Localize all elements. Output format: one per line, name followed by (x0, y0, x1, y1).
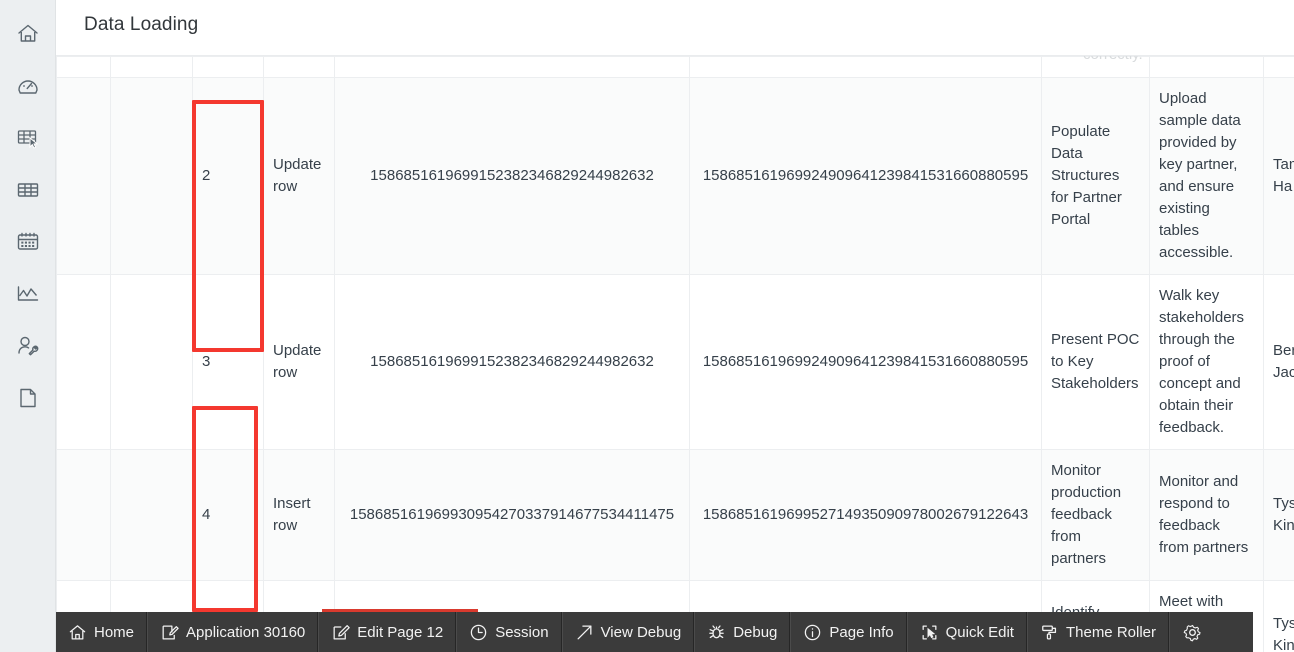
devbar-quick-edit-label: Quick Edit (945, 623, 1014, 641)
cell-spacer (56, 77, 111, 275)
arrow-expand-icon (575, 623, 594, 642)
cell-rownum: 4 (192, 449, 264, 581)
devbar-edit-page-label: Edit Page 12 (357, 623, 444, 641)
table-icon (15, 177, 41, 203)
cell-description: Walk key stakeholders through the proof … (1149, 274, 1264, 450)
cell-spacer (56, 274, 111, 450)
report-grid-scroll-region[interactable]: 2 Update row 158685161969915238234682924… (56, 56, 1294, 652)
devbar-session-button[interactable]: Session (456, 612, 562, 652)
cell-id2: 158685161969924909641239841531660880595 (689, 274, 1042, 450)
sidebar-item-dashboard[interactable] (0, 60, 56, 112)
devbar-page-info-button[interactable]: Page Info (790, 612, 907, 652)
devbar-theme-roller-label: Theme Roller (1065, 623, 1156, 641)
table-row[interactable]: 3 Update row 158685161969915238234682924… (56, 274, 1294, 450)
app-edit-icon (160, 623, 179, 642)
devbar-debug-button[interactable]: Debug (694, 612, 791, 652)
application-window: pages is working correctly. Data Loading (0, 0, 1294, 652)
cell-owner: Tyson King (1263, 580, 1294, 652)
cell-task: Monitor production feedback from partner… (1041, 449, 1150, 581)
devbar-page-info-label: Page Info (829, 623, 894, 641)
cell-gutter (110, 449, 193, 581)
gauge-icon (15, 73, 41, 99)
devbar-quick-edit-button[interactable]: Quick Edit (906, 612, 1027, 652)
cell-owner: Tameka Ha (1263, 77, 1294, 275)
sidebar-item-blank-page[interactable] (0, 372, 56, 424)
devbar-accent-stripe (322, 609, 478, 612)
devbar-view-debug-button[interactable]: View Debug (561, 612, 695, 652)
grid-body: 2 Update row 158685161969915238234682924… (56, 56, 1294, 652)
quick-edit-icon (920, 623, 939, 642)
cell-task: Present POC to Key Stakeholders (1041, 274, 1150, 450)
developer-toolbar: Home Application 30160 Edit Page 12 Sess… (56, 612, 1253, 652)
sidebar-item-calendar[interactable] (0, 216, 56, 268)
user-wrench-icon (15, 333, 41, 359)
devbar-theme-roller-button[interactable]: Theme Roller (1026, 612, 1169, 652)
cell-id2: 158685161969924909641239841531660880595 (689, 77, 1042, 275)
cell-id2 (689, 56, 1042, 78)
table-row[interactable]: 2 Update row 158685161969915238234682924… (56, 77, 1294, 275)
devbar-settings-button[interactable] (1169, 612, 1222, 652)
left-icon-sidebar (0, 0, 56, 652)
devbar-session-label: Session (495, 623, 549, 641)
info-icon (803, 623, 822, 642)
data-grid: 2 Update row 158685161969915238234682924… (56, 56, 1294, 652)
clock-icon (469, 623, 488, 642)
cell-action[interactable]: Update row (263, 77, 335, 275)
cell-owner: Tyson King (1263, 449, 1294, 581)
bug-icon (707, 623, 726, 642)
cell-gutter (110, 77, 193, 275)
cell-gutter (110, 274, 193, 450)
devbar-home-button[interactable]: Home (56, 612, 148, 652)
devbar-application-button[interactable]: Application 30160 (147, 612, 319, 652)
cell-id1 (334, 56, 690, 78)
cell-owner (1263, 56, 1294, 78)
devbar-application-label: Application 30160 (186, 623, 306, 641)
paint-roller-icon (1040, 623, 1059, 642)
devbar-view-debug-label: View Debug (600, 623, 682, 641)
cell-owner: Bernard Jackman (1263, 274, 1294, 450)
calendar-icon (15, 229, 41, 255)
cell-gutter (110, 56, 193, 78)
cell-spacer (56, 56, 111, 78)
cell-task: Populate Data Structures for Partner Por… (1041, 77, 1150, 275)
cell-rownum (192, 56, 264, 78)
cell-description: Upload sample data provided by key partn… (1149, 77, 1264, 275)
cell-action (263, 56, 335, 78)
cell-description: Monitor and respond to feedback from par… (1149, 449, 1264, 581)
cell-spacer (56, 449, 111, 581)
home-icon (68, 623, 87, 642)
sidebar-item-chart[interactable] (0, 268, 56, 320)
document-icon (15, 385, 41, 411)
cell-id1: 158685161969930954270337914677534411475 (334, 449, 690, 581)
table-row[interactable]: 4 Insert row 158685161969930954270337914… (56, 449, 1294, 581)
devbar-edit-page-button[interactable]: Edit Page 12 (318, 612, 457, 652)
cell-task (1041, 56, 1150, 78)
sidebar-item-report[interactable] (0, 164, 56, 216)
cell-description (1149, 56, 1264, 78)
sidebar-item-administration[interactable] (0, 320, 56, 372)
page-header: Data Loading (56, 0, 1294, 56)
content-area: pages is working correctly. Data Loading (56, 0, 1294, 652)
page-edit-icon (331, 623, 351, 642)
grid-pointer-icon (15, 125, 41, 151)
table-row-clipped (56, 56, 1294, 78)
chart-line-icon (15, 281, 41, 307)
cell-id2: 158685161969952714935090978002679122643 (689, 449, 1042, 581)
devbar-debug-label: Debug (733, 623, 778, 641)
cell-rownum: 3 (192, 274, 264, 450)
cell-rownum: 2 (192, 77, 264, 275)
home-icon (15, 21, 41, 47)
sidebar-item-interactive-grid[interactable] (0, 112, 56, 164)
gear-icon (1182, 622, 1203, 643)
cell-action[interactable]: Insert row (263, 449, 335, 581)
page-title: Data Loading (84, 14, 199, 35)
cell-action[interactable]: Update row (263, 274, 335, 450)
sidebar-item-home[interactable] (0, 8, 56, 60)
devbar-home-label: Home (94, 623, 135, 641)
cell-id1: 1586851619699152382346829244982632 (334, 274, 690, 450)
cell-id1: 1586851619699152382346829244982632 (334, 77, 690, 275)
